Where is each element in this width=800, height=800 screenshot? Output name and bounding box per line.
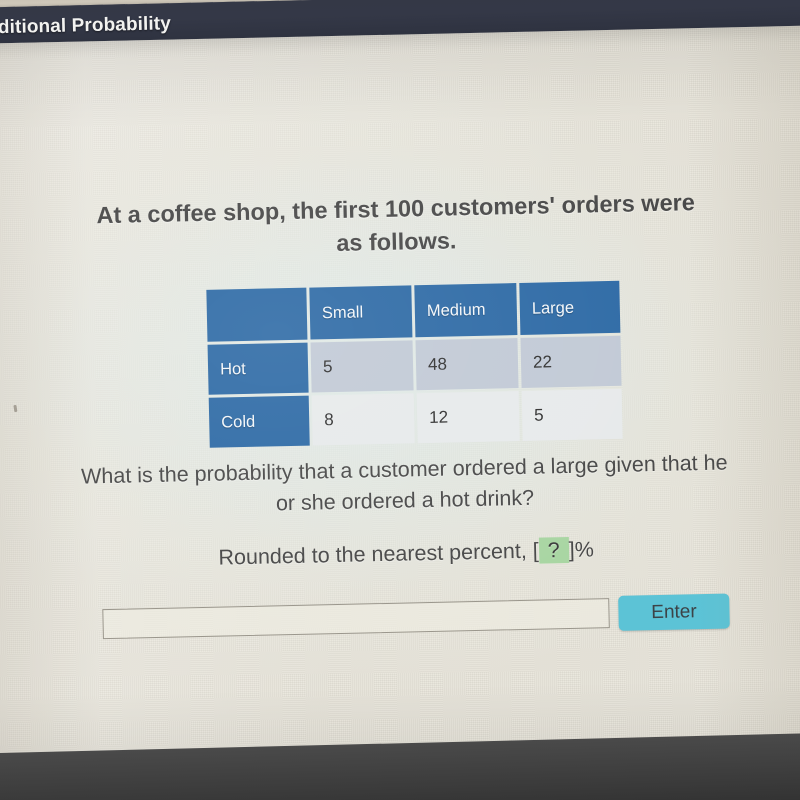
answer-prefix-text: Rounded to the nearest percent, [ (218, 538, 540, 570)
answer-suffix-text: ]% (568, 537, 595, 562)
cell-cold-large: 5 (521, 388, 623, 441)
problem-prompt: At a coffee shop, the first 100 customer… (96, 189, 696, 257)
problem-question: What is the probability that a customer … (80, 450, 728, 516)
screenshot-scene: Acellus Learning System ditional Probabi… (0, 0, 800, 800)
lesson-canvas: At a coffee shop, the first 100 customer… (0, 24, 800, 784)
enter-button[interactable]: Enter (618, 593, 730, 631)
cell-cold-medium: 12 (416, 391, 520, 444)
cell-cold-small: 8 (311, 393, 415, 446)
cell-hot-medium: 48 (415, 338, 519, 391)
answer-blank-placeholder: ? (538, 536, 569, 564)
photo-artifact-speck (13, 404, 18, 413)
two-way-frequency-table: Small Medium Large Hot 5 48 22 Cold 8 12… (203, 278, 625, 451)
lesson-content: At a coffee shop, the first 100 customer… (0, 25, 800, 784)
table-row: Cold 8 12 5 (208, 388, 623, 448)
table-body: Hot 5 48 22 Cold 8 12 5 (207, 335, 623, 448)
answer-input[interactable] (102, 598, 610, 640)
table-col-header-small: Small (309, 285, 413, 340)
table-row-header-cold: Cold (208, 395, 310, 448)
table-row-header-hot: Hot (207, 342, 309, 395)
table-col-header-medium: Medium (414, 283, 518, 338)
table-col-header-large: Large (519, 280, 621, 335)
table-row: Hot 5 48 22 (207, 335, 622, 395)
cell-hot-large: 22 (520, 335, 622, 388)
page-title: ditional Probability (0, 13, 172, 39)
answer-blank-line: Rounded to the nearest percent, [?]% (81, 534, 731, 573)
table-corner-cell (206, 287, 308, 342)
cell-hot-small: 5 (310, 340, 414, 393)
table-header-row: Small Medium Large (206, 280, 621, 342)
table-head: Small Medium Large (206, 280, 621, 342)
